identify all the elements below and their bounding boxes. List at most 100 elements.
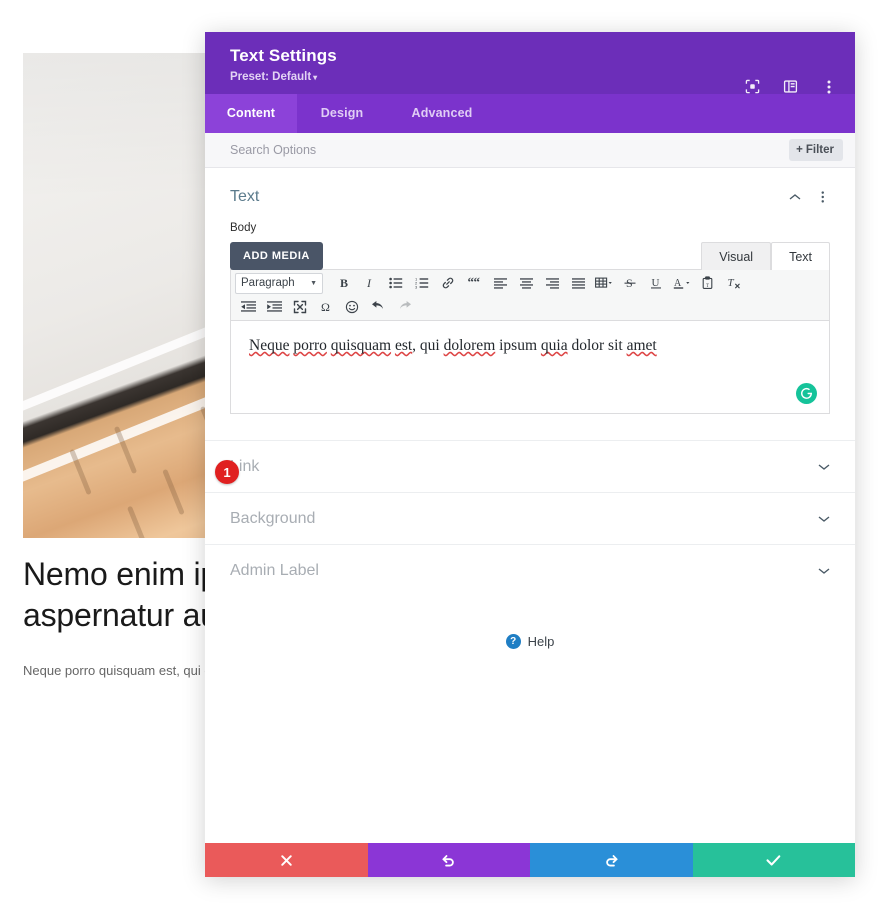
section-background-title: Background <box>230 509 316 527</box>
editor-word: dolorem <box>443 337 496 354</box>
indent-icon[interactable] <box>261 296 287 318</box>
grammarly-logo-icon[interactable] <box>796 383 817 404</box>
plus-icon: + <box>796 144 803 156</box>
step-badge-1: 1 <box>215 460 239 484</box>
section-text: Text Body ADD MEDIA Visual Text Paragrap… <box>205 168 855 414</box>
svg-text:I: I <box>366 276 372 290</box>
svg-text:T: T <box>706 284 709 289</box>
strikethrough-icon[interactable]: S <box>617 272 643 294</box>
help-link[interactable]: ? Help <box>205 634 855 649</box>
editor-word: quia <box>540 337 568 354</box>
undo-icon[interactable] <box>365 296 391 318</box>
search-options-bar: +Filter <box>205 133 855 168</box>
editor-toolbar-row-2: Ω <box>235 296 825 318</box>
editor-word: Neque <box>249 337 290 354</box>
outdent-icon[interactable] <box>235 296 261 318</box>
chevron-up-icon[interactable] <box>788 193 802 201</box>
editor-text: , qui <box>412 337 444 354</box>
bulleted-list-icon[interactable] <box>383 272 409 294</box>
paste-as-text-icon[interactable]: T <box>695 272 721 294</box>
chevron-down-icon[interactable] <box>818 510 830 528</box>
bold-icon[interactable]: B <box>331 272 357 294</box>
section-link[interactable]: Link <box>205 440 855 492</box>
svg-text:3: 3 <box>415 285 418 289</box>
search-input[interactable] <box>230 143 790 157</box>
align-justify-icon[interactable] <box>565 272 591 294</box>
section-text-header: Text <box>230 188 830 206</box>
check-icon <box>766 854 781 866</box>
format-select-label: Paragraph <box>241 277 295 289</box>
special-character-icon[interactable]: Ω <box>313 296 339 318</box>
link-icon[interactable] <box>435 272 461 294</box>
section-text-actions <box>788 190 830 204</box>
tab-advanced[interactable]: Advanced <box>387 94 497 133</box>
rich-text-editor[interactable]: Paragraph ▼ B I 1 2 3 “ “ S U A T T Ω Ne… <box>230 269 830 414</box>
undo-icon <box>442 854 454 866</box>
body-field-label: Body <box>230 222 257 234</box>
italic-icon[interactable]: I <box>357 272 383 294</box>
more-vertical-icon[interactable] <box>820 78 837 95</box>
save-button[interactable] <box>692 843 855 877</box>
svg-text:B: B <box>340 276 348 290</box>
align-left-icon[interactable] <box>487 272 513 294</box>
redo-icon[interactable] <box>391 296 417 318</box>
svg-text:U: U <box>652 277 660 289</box>
numbered-list-icon[interactable]: 1 2 3 <box>409 272 435 294</box>
undo-button[interactable] <box>367 843 530 877</box>
filter-button-label: Filter <box>805 144 834 156</box>
modal-header-actions <box>744 78 837 95</box>
svg-text:T: T <box>727 277 734 289</box>
tab-text[interactable]: Text <box>771 242 830 270</box>
add-media-button[interactable]: ADD MEDIA <box>230 242 323 270</box>
editor-toolbar-row-1: Paragraph ▼ B I 1 2 3 “ “ S U A T T <box>235 272 825 294</box>
emoji-icon[interactable] <box>339 296 365 318</box>
layout-panel-icon[interactable] <box>782 78 799 95</box>
help-label: Help <box>527 634 555 649</box>
editor-text: ipsum <box>495 337 541 354</box>
editor-word: porro <box>293 337 327 354</box>
chevron-down-icon[interactable] <box>818 458 830 476</box>
filter-button[interactable]: + Filter <box>789 139 843 161</box>
editor-body-text[interactable]: Neque porro quisquam est, qui dolorem ip… <box>249 335 811 357</box>
modal-footer <box>205 843 855 877</box>
text-settings-modal: Text Settings Preset: Default ▾ Content … <box>205 32 855 877</box>
chevron-down-icon[interactable] <box>818 562 830 580</box>
fullscreen-icon[interactable] <box>287 296 313 318</box>
cancel-button[interactable] <box>205 843 368 877</box>
chevron-down-icon: ▼ <box>310 279 317 287</box>
editor-word: quisquam <box>330 337 392 354</box>
editor-content-area[interactable]: Neque porro quisquam est, qui dolorem ip… <box>231 321 829 413</box>
redo-button[interactable] <box>530 843 693 877</box>
chevron-down-icon: ▾ <box>313 73 318 82</box>
help-circle-icon: ? <box>505 634 521 649</box>
editor-toolbar-top: ADD MEDIA Visual Text <box>230 242 830 270</box>
clear-formatting-icon[interactable]: T <box>721 272 747 294</box>
format-select[interactable]: Paragraph ▼ <box>235 272 323 294</box>
align-right-icon[interactable] <box>539 272 565 294</box>
more-vertical-icon[interactable] <box>816 190 830 204</box>
svg-text:Ω: Ω <box>321 300 330 314</box>
section-admin-label-title: Admin Label <box>230 561 319 579</box>
focus-mode-icon[interactable] <box>744 78 761 95</box>
blockquote-icon[interactable]: “ “ <box>461 272 487 294</box>
tab-content[interactable]: Content <box>205 94 297 133</box>
svg-text:“: “ <box>474 276 481 289</box>
section-link-title: Link <box>230 457 260 475</box>
redo-icon <box>606 854 618 866</box>
tab-visual[interactable]: Visual <box>701 242 772 270</box>
tab-design[interactable]: Design <box>297 94 387 133</box>
editor-word: est <box>394 337 413 354</box>
modal-tabs: Content Design Advanced <box>205 94 855 133</box>
table-icon[interactable] <box>591 272 617 294</box>
section-background[interactable]: Background <box>205 492 855 544</box>
preset-selector[interactable]: Preset: Default ▾ <box>230 71 833 83</box>
modal-body[interactable]: 1 Text Body ADD MEDIA Visual Text Paragr… <box>205 168 855 843</box>
editor-toolbar: Paragraph ▼ B I 1 2 3 “ “ S U A T T Ω <box>231 270 829 321</box>
text-color-icon[interactable]: A <box>669 272 695 294</box>
underline-icon[interactable]: U <box>643 272 669 294</box>
editor-word: amet <box>626 337 657 354</box>
align-center-icon[interactable] <box>513 272 539 294</box>
section-admin-label[interactable]: Admin Label <box>205 544 855 596</box>
modal-title: Text Settings <box>230 46 337 65</box>
editor-mode-tabs: Visual Text <box>701 242 830 270</box>
